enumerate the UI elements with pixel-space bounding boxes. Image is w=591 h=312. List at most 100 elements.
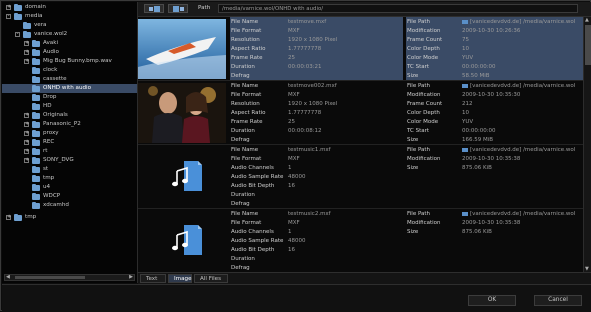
expand-icon[interactable]: + [24, 41, 29, 46]
file-entry[interactable]: File Name testmove002.mxf File Format MXF Re… [138, 81, 583, 145]
cancel-button[interactable]: Cancel [534, 295, 582, 306]
scroll-left-icon[interactable]: ◀ [6, 274, 10, 280]
property-value[interactable]: [vanicedevdvd.de] /media/varnice.wol [462, 146, 575, 154]
tree-item[interactable]: + domain [2, 3, 137, 12]
property-value: 25 [288, 119, 295, 125]
property-value: testmusic2.mxf [288, 211, 331, 217]
expand-icon[interactable]: + [24, 158, 29, 163]
scroll-up-icon[interactable]: ▲ [585, 17, 589, 23]
property-key: Size [407, 73, 419, 79]
tree-item-label: vanice.wol2 [34, 31, 68, 37]
expand-icon[interactable]: + [6, 215, 11, 220]
property-key: Audio Bit Depth [231, 183, 275, 189]
tree-item[interactable]: st [2, 165, 137, 174]
expand-icon[interactable]: + [24, 131, 29, 136]
tab-all-files[interactable]: All Files [194, 274, 228, 283]
collapse-icon[interactable]: - [15, 32, 20, 37]
property-key: Frame Rate [231, 55, 263, 61]
property-key: File Path [407, 147, 431, 153]
tree-item-label: HD [43, 103, 52, 109]
property-key: TC Start [407, 64, 430, 70]
tree-item[interactable]: vera [2, 21, 137, 30]
tree-item[interactable]: - media [2, 12, 137, 21]
property-key: Resolution [231, 101, 260, 107]
file-entry[interactable]: File Name testmove.mxf File Format MXF Resol… [138, 17, 583, 81]
folder-icon [32, 94, 40, 101]
expand-icon[interactable]: + [24, 149, 29, 154]
thumbnail[interactable] [138, 211, 226, 271]
expand-icon[interactable]: + [24, 50, 29, 55]
property-value[interactable]: [vanicedevdvd.de] /media/varnice.wol [462, 82, 575, 90]
property-value: testmove002.mxf [288, 83, 337, 89]
back-button[interactable] [144, 4, 164, 13]
tree-item[interactable]: Drop [2, 93, 137, 102]
tree-item[interactable]: xdcamhd [2, 201, 137, 210]
ok-button[interactable]: OK [468, 295, 516, 306]
property-value: 1 [288, 165, 292, 171]
tree-item[interactable]: + Mig Bug Bunny.bmp.wav [2, 57, 137, 66]
tree-item[interactable]: + REC [2, 138, 137, 147]
property-value[interactable]: [vanicedevdvd.de] /media/varnice.wol [462, 18, 575, 26]
scroll-right-icon[interactable]: ▶ [129, 274, 133, 280]
thumbnail[interactable] [138, 83, 226, 143]
property-key: File Format [231, 92, 262, 98]
property-value: MXF [288, 92, 300, 98]
audio-note-icon [172, 161, 202, 191]
folder-tree-panel: + domain - media vera - vanice.wol2 + Avaki + Audi… [2, 2, 138, 283]
tree-item[interactable]: + proxy [2, 129, 137, 138]
expand-icon[interactable]: + [24, 59, 29, 64]
property-value: 875.06 KiB [462, 229, 492, 235]
tree-horizontal-scrollbar[interactable]: ◀ ▶ [4, 274, 135, 281]
dialog-footer: OK Cancel [2, 284, 591, 312]
thumbnail[interactable] [138, 19, 226, 79]
property-key: File Name [231, 211, 259, 217]
list-vertical-scrollbar[interactable]: ▲ ▼ [583, 17, 591, 272]
tree-item[interactable]: WDCP [2, 192, 137, 201]
forward-button[interactable] [168, 4, 188, 13]
expand-icon[interactable]: + [24, 140, 29, 145]
property-key: File Format [231, 156, 262, 162]
thumbnail[interactable] [138, 147, 226, 207]
network-location-icon [462, 147, 468, 152]
tree-item-label: Panasonic_P2 [43, 121, 81, 127]
expand-icon[interactable]: + [6, 5, 11, 10]
property-key: Frame Rate [231, 119, 263, 125]
tree-item[interactable]: + tmp [2, 213, 137, 222]
tree-item[interactable]: tmp [2, 174, 137, 183]
tree-item[interactable]: + Avaki [2, 39, 137, 48]
property-value[interactable]: [vanicedevdvd.de] /media/varnice.wol [462, 210, 575, 218]
tree-item[interactable]: clock [2, 66, 137, 75]
tree-item[interactable]: ONHD with audio [2, 84, 137, 93]
tree-item[interactable]: + Panasonic_P2 [2, 120, 137, 129]
file-entry[interactable]: File Name testmusic1.mxf File Format MXF Aud… [138, 145, 583, 209]
tab-image[interactable]: Image [168, 274, 192, 283]
tree-item[interactable]: HD [2, 102, 137, 111]
scrollbar-thumb[interactable] [585, 25, 591, 65]
tree-item[interactable]: cassette [2, 75, 137, 84]
tree-item[interactable]: u4 [2, 183, 137, 192]
property-value: 875.06 KiB [462, 165, 492, 171]
property-value: testmusic1.mxf [288, 147, 331, 153]
property-key: Size [407, 137, 419, 143]
properties-right: File Path [vanicedevdvd.de] /media/varnic… [406, 145, 583, 209]
tree-item-label: media [25, 13, 43, 19]
properties-left: File Name testmusic2.mxf File Format MXF Aud… [230, 209, 403, 272]
file-entry[interactable]: File Name testmusic2.mxf File Format MXF Aud… [138, 209, 583, 272]
property-key: File Name [231, 19, 259, 25]
expand-icon[interactable]: + [24, 122, 29, 127]
property-key: Color Depth [407, 46, 440, 52]
file-path-text: [vanicedevdvd.de] /media/varnice.wol [470, 147, 576, 153]
video-thumbnail [138, 83, 226, 143]
tree-item[interactable]: - vanice.wol2 [2, 30, 137, 39]
tab-text[interactable]: Text [140, 274, 166, 283]
tree-item[interactable]: + Audio [2, 48, 137, 57]
tree-item[interactable]: + Originals [2, 111, 137, 120]
tree-item[interactable]: + rt [2, 147, 137, 156]
tree-item[interactable]: + SONY_DVG [2, 156, 137, 165]
toolbar: Path /media/varnice.wol/ONHD with audio/ [138, 2, 591, 17]
collapse-icon[interactable]: - [6, 14, 11, 19]
property-value: 1.77777778 [288, 110, 322, 116]
scrollbar-thumb[interactable] [15, 276, 85, 279]
path-input[interactable]: /media/varnice.wol/ONHD with audio/ [218, 4, 578, 13]
expand-icon[interactable]: + [24, 113, 29, 118]
